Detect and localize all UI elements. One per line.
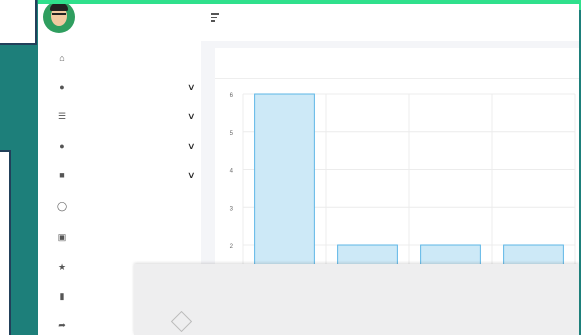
briefcase-icon: ■ xyxy=(59,170,65,180)
y-tick-label: 5 xyxy=(230,131,234,137)
y-tick-label: 4 xyxy=(230,169,234,175)
sidebar-item-chat[interactable]: ◯ xyxy=(38,196,201,216)
app-window: ⌂ ● ∨ ☰ ∨ ● ∨ ■ ∨ ◯ ▣ ★ ▮ ➦ 2 3 4 5 6 xyxy=(38,4,579,335)
sidebar-item-additions[interactable]: ☰ ∨ xyxy=(38,106,201,126)
top-header xyxy=(38,4,579,41)
user-icon: ● xyxy=(59,82,65,92)
sidebar-item-cases[interactable]: ● ∨ xyxy=(38,136,201,156)
sidebar-item-dashboard[interactable]: ⌂ xyxy=(38,48,201,68)
project-office-panel xyxy=(134,264,579,335)
chevron-down-icon: ∨ xyxy=(187,81,196,92)
y-tick-label: 6 xyxy=(230,93,234,99)
chevron-down-icon: ∨ xyxy=(187,140,196,151)
sidebar-item-profile[interactable]: ● ∨ xyxy=(38,77,201,97)
avatar-hair xyxy=(50,4,68,11)
y-tick-label: 2 xyxy=(230,244,234,250)
menu-toggle-icon[interactable] xyxy=(211,13,219,22)
y-tick-label: 3 xyxy=(230,206,234,212)
users-icon: ● xyxy=(59,141,65,151)
home-icon: ⌂ xyxy=(59,53,65,63)
share-icon: ➦ xyxy=(58,320,66,330)
background-window-fragment xyxy=(0,0,37,45)
chevron-down-icon: ∨ xyxy=(187,110,196,121)
star-icon: ★ xyxy=(57,262,67,272)
avatar[interactable] xyxy=(43,4,75,33)
background-window-fragment-left xyxy=(0,150,11,335)
sidebar-item-projects[interactable]: ■ ∨ xyxy=(38,165,201,185)
chat-icon: ◯ xyxy=(57,201,68,211)
document-icon: ▣ xyxy=(57,232,67,242)
sidebar-item-offers[interactable]: ▣ xyxy=(38,227,201,247)
chevron-down-icon: ∨ xyxy=(187,169,196,180)
diamond-icon xyxy=(170,310,193,333)
bookmark-icon: ▮ xyxy=(59,291,65,301)
avatar-glasses xyxy=(52,13,66,18)
layers-icon: ☰ xyxy=(57,111,67,121)
